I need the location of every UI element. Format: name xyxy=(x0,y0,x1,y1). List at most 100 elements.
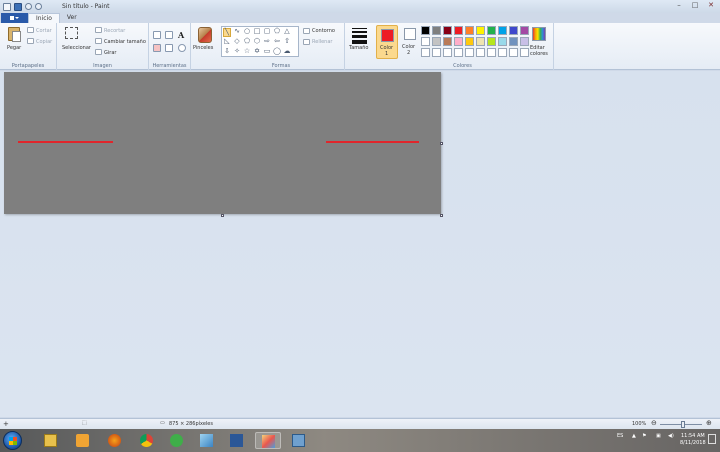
palette-swatch[interactable] xyxy=(454,37,463,46)
fill-dropdown[interactable]: Rellenar xyxy=(312,39,332,45)
shape-right-triangle-icon[interactable]: ◺ xyxy=(223,38,231,45)
tab-view[interactable]: Ver xyxy=(60,13,84,23)
shape-rectangle-icon[interactable]: □ xyxy=(253,28,261,35)
save-icon[interactable] xyxy=(14,2,22,11)
edit-colors-line2[interactable]: colores xyxy=(530,51,548,57)
palette-swatch[interactable] xyxy=(520,48,529,57)
shape-callout-rect-icon[interactable]: ▭ xyxy=(263,48,271,55)
network-icon[interactable]: ▣ xyxy=(656,433,661,439)
resize-button[interactable]: Cambiar tamaño xyxy=(104,39,146,45)
outline-dropdown[interactable]: Contorno xyxy=(312,28,335,34)
text-icon[interactable]: A xyxy=(178,31,186,39)
shape-callout-cloud-icon[interactable]: ☁ xyxy=(283,48,291,55)
start-button[interactable] xyxy=(3,431,22,450)
shape-arrow-down-icon[interactable]: ⇩ xyxy=(223,48,231,55)
palette-swatch[interactable] xyxy=(421,26,430,35)
palette-swatch[interactable] xyxy=(498,48,507,57)
crop-button[interactable]: Recortar xyxy=(104,28,125,34)
edit-colors-icon[interactable] xyxy=(532,27,546,41)
line-size-icon[interactable] xyxy=(352,28,367,44)
language-indicator[interactable]: ES xyxy=(617,433,623,439)
rotate-button[interactable]: Girar xyxy=(104,50,116,56)
volume-icon[interactable]: ◀) xyxy=(668,433,674,439)
palette-swatch[interactable] xyxy=(421,37,430,46)
palette-swatch[interactable] xyxy=(421,48,430,57)
palette-swatch[interactable] xyxy=(487,26,496,35)
color2-button[interactable]: Color 2 xyxy=(400,25,420,59)
copy-button[interactable]: Copiar xyxy=(36,39,52,45)
palette-swatch[interactable] xyxy=(432,26,441,35)
clock[interactable]: 11:54 AM 8/11/2018 xyxy=(680,433,706,447)
chrome-taskbar-button[interactable] xyxy=(134,432,160,449)
shape-triangle-icon[interactable]: △ xyxy=(283,28,291,35)
select-button[interactable]: Seleccionar xyxy=(62,45,91,51)
shape-curve-icon[interactable]: ∿ xyxy=(233,28,241,35)
shape-pentagon-icon[interactable]: ⬠ xyxy=(243,38,251,45)
pencil-icon[interactable] xyxy=(153,31,161,39)
shape-line-icon[interactable]: ╲ xyxy=(223,28,231,37)
palette-swatch[interactable] xyxy=(520,37,529,46)
brush-icon[interactable] xyxy=(198,27,212,43)
color-picker-icon[interactable] xyxy=(165,44,173,52)
palette-swatch[interactable] xyxy=(454,26,463,35)
word-taskbar-button[interactable] xyxy=(224,432,250,449)
magnifier-icon[interactable] xyxy=(178,44,186,52)
palette-swatch[interactable] xyxy=(432,48,441,57)
shape-star6-icon[interactable]: ✡ xyxy=(253,48,261,55)
remote-taskbar-button[interactable] xyxy=(194,432,220,449)
palette-swatch[interactable] xyxy=(476,37,485,46)
size-button[interactable]: Tamaño xyxy=(349,45,368,51)
redo-icon[interactable] xyxy=(35,3,42,10)
maximize-button[interactable]: □ xyxy=(690,1,700,10)
drawing-canvas[interactable] xyxy=(4,72,441,214)
explorer-taskbar-button[interactable] xyxy=(38,432,64,449)
select-icon[interactable] xyxy=(65,27,78,39)
cut-button[interactable]: Cortar xyxy=(36,28,52,34)
resize-handle-corner[interactable] xyxy=(440,214,443,217)
zoom-out-icon[interactable]: ⊖ xyxy=(651,419,657,427)
resize-handle-bottom[interactable] xyxy=(221,214,224,217)
palette-swatch[interactable] xyxy=(487,37,496,46)
shape-hexagon-icon[interactable]: ⬡ xyxy=(253,38,261,45)
palette-swatch[interactable] xyxy=(432,37,441,46)
fill-icon[interactable] xyxy=(165,31,173,39)
palette-swatch[interactable] xyxy=(509,26,518,35)
palette-swatch[interactable] xyxy=(443,37,452,46)
palette-swatch[interactable] xyxy=(454,48,463,57)
palette-swatch[interactable] xyxy=(498,37,507,46)
color1-button[interactable]: Color 1 xyxy=(376,25,398,59)
minimize-button[interactable]: – xyxy=(674,1,684,10)
palette-swatch[interactable] xyxy=(465,26,474,35)
eraser-icon[interactable] xyxy=(153,44,161,52)
close-button[interactable]: ✕ xyxy=(706,1,716,10)
palette-swatch[interactable] xyxy=(520,26,529,35)
shape-polygon-icon[interactable]: ⬠ xyxy=(273,28,281,35)
shape-arrow-right-icon[interactable]: ⇨ xyxy=(263,38,271,45)
shape-callout-oval-icon[interactable]: ◯ xyxy=(273,48,281,55)
paste-icon[interactable] xyxy=(8,27,21,42)
palette-swatch[interactable] xyxy=(487,48,496,57)
shape-star4-icon[interactable]: ✧ xyxy=(233,48,241,55)
palette-swatch[interactable] xyxy=(465,37,474,46)
window-taskbar-button[interactable] xyxy=(286,432,312,449)
palette-swatch[interactable] xyxy=(465,48,474,57)
shape-arrow-up-icon[interactable]: ⇧ xyxy=(283,38,291,45)
show-hidden-icons[interactable]: ▲ xyxy=(632,433,636,439)
shape-diamond-icon[interactable]: ◇ xyxy=(233,38,241,45)
paint-app-icon[interactable] xyxy=(3,2,11,11)
palette-swatch[interactable] xyxy=(443,26,452,35)
file-menu-button[interactable] xyxy=(1,13,28,23)
shape-star5-icon[interactable]: ☆ xyxy=(243,48,251,55)
tab-home[interactable]: Inicio xyxy=(28,13,60,23)
shape-arrow-left-icon[interactable]: ⇦ xyxy=(273,38,281,45)
app-taskbar-button[interactable] xyxy=(164,432,190,449)
palette-swatch[interactable] xyxy=(498,26,507,35)
palette-swatch[interactable] xyxy=(476,48,485,57)
zoom-slider-thumb[interactable] xyxy=(681,421,685,428)
resize-handle-right[interactable] xyxy=(440,142,443,145)
zoom-in-icon[interactable]: ⊕ xyxy=(706,419,712,427)
action-center-icon[interactable]: ⚑ xyxy=(642,433,646,439)
firefox-taskbar-button[interactable] xyxy=(102,432,128,449)
palette-swatch[interactable] xyxy=(509,37,518,46)
paste-button[interactable]: Pegar xyxy=(7,45,21,51)
